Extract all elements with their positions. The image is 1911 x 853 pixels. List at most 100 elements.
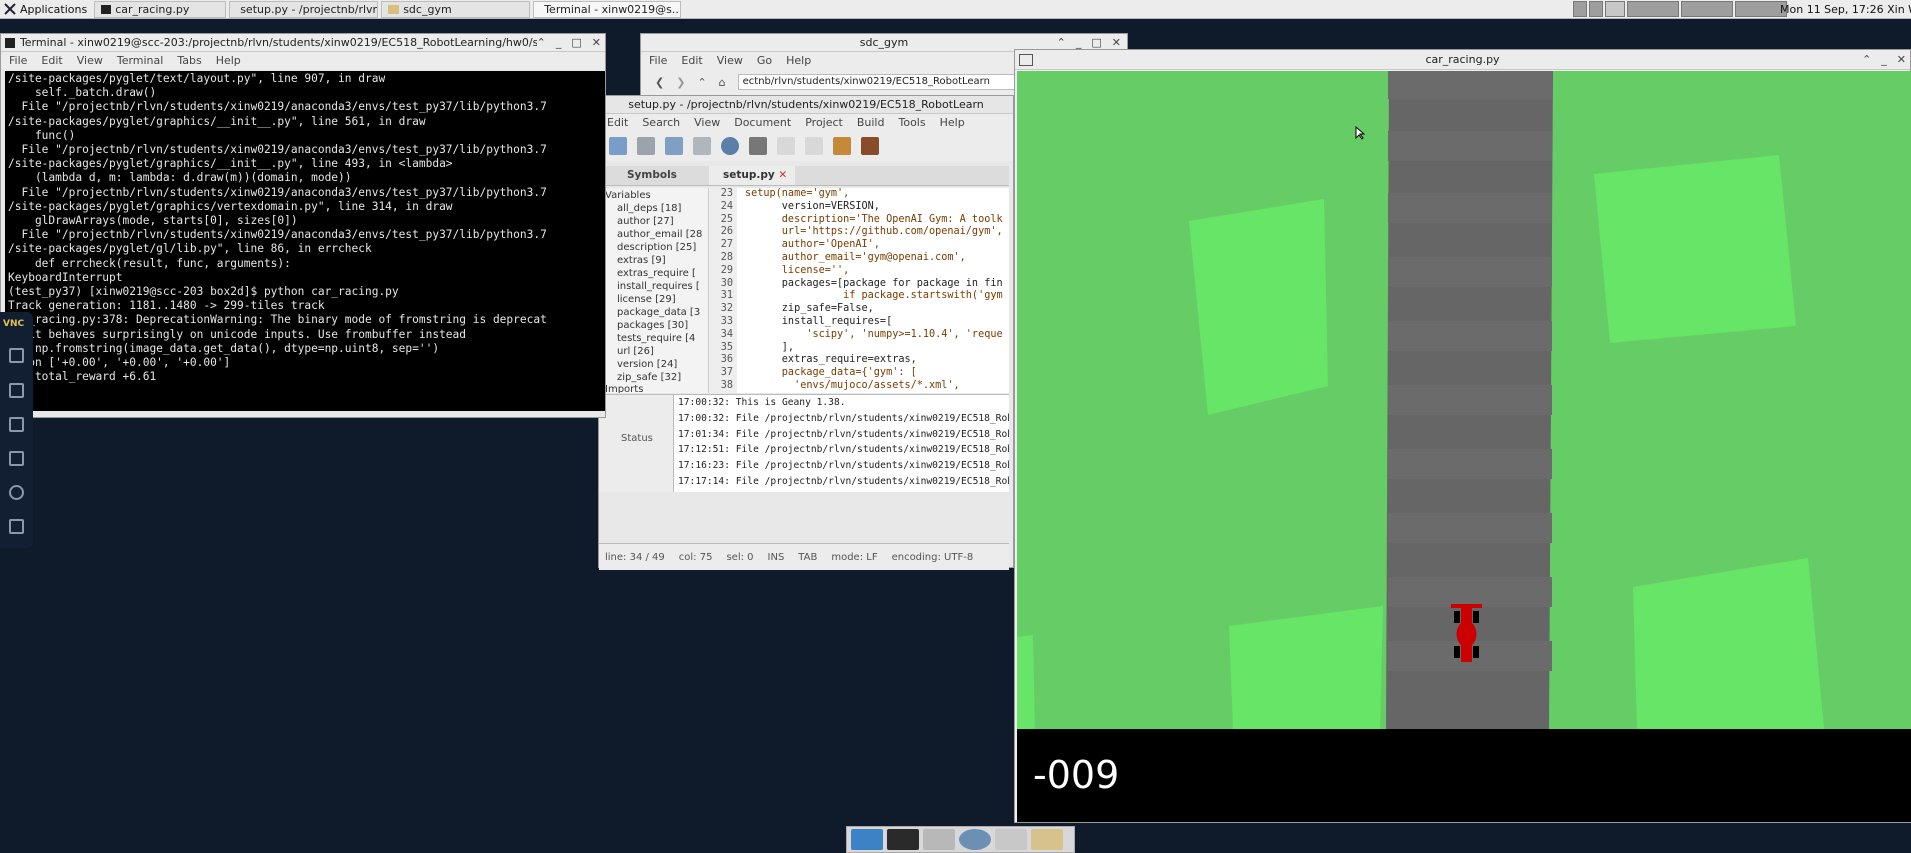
close-icon[interactable]: ✕: [592, 36, 601, 49]
disconnect-icon[interactable]: [9, 519, 24, 534]
symbol-item[interactable]: all_deps [18]: [599, 202, 708, 215]
build-icon[interactable]: [861, 137, 879, 155]
symbol-item[interactable]: url [26]: [599, 345, 708, 358]
workspace-4[interactable]: [1627, 1, 1679, 17]
clipboard-icon[interactable]: [9, 417, 24, 432]
geany-titlebar[interactable]: setup.py - /projectnb/rlvn/students/xinw…: [599, 96, 1013, 114]
maximize-icon[interactable]: _: [1076, 36, 1082, 49]
save-all-icon[interactable]: [693, 137, 711, 155]
back-arrow-icon[interactable]: ❮: [655, 76, 664, 89]
symbol-item[interactable]: packages [30]: [599, 319, 708, 332]
menu-tools[interactable]: Tools: [898, 116, 925, 129]
code-editor[interactable]: 23 setup(name='gym', 24 version=VERSION, 25…: [709, 188, 1009, 393]
menu-go[interactable]: Go: [757, 54, 772, 67]
symbol-item[interactable]: install_requires [: [599, 280, 708, 293]
workspace-switcher[interactable]: [1573, 1, 1787, 17]
taskbar-item-terminal[interactable]: Terminal - xinw0219@s...: [533, 0, 682, 18]
code-text: if package.startswith('gym: [745, 290, 1003, 302]
menu-terminal[interactable]: Terminal: [117, 54, 164, 67]
show-desktop-icon[interactable]: [851, 829, 883, 850]
navigate-forward-icon[interactable]: [805, 137, 823, 155]
game-viewport[interactable]: [1017, 71, 1911, 729]
terminal-output[interactable]: /site-packages/pyglet/text/layout.py", l…: [5, 71, 605, 411]
up-arrow-icon[interactable]: ⌃: [697, 76, 706, 89]
minimize-icon[interactable]: _: [1881, 53, 1887, 66]
app-finder-icon[interactable]: [995, 829, 1027, 850]
symbol-item[interactable]: version [24]: [599, 358, 708, 371]
symbol-item[interactable]: tests_require [4: [599, 332, 708, 345]
menu-help[interactable]: Help: [786, 54, 811, 67]
minimize-icon[interactable]: ⌃: [1057, 36, 1066, 49]
compile-icon[interactable]: [833, 137, 851, 155]
grass-tile: [1633, 558, 1824, 729]
fullscreen-icon[interactable]: [9, 451, 24, 466]
menu-view[interactable]: View: [77, 54, 103, 67]
home-icon[interactable]: ⌂: [719, 76, 726, 89]
tab-symbols[interactable]: Symbols: [599, 166, 709, 185]
symbol-item[interactable]: author [27]: [599, 215, 708, 228]
menu-edit[interactable]: Edit: [607, 116, 628, 129]
web-browser-icon[interactable]: [959, 829, 991, 850]
file-manager-launcher-icon[interactable]: [923, 829, 955, 850]
workspace-1[interactable]: [1573, 1, 1587, 17]
restore-icon[interactable]: □: [1091, 36, 1101, 49]
close-file-icon[interactable]: [749, 137, 767, 155]
taskbar-item-sdc-gym[interactable]: sdc_gym: [381, 0, 531, 18]
maximize-icon[interactable]: □: [571, 36, 581, 49]
settings-gear-icon[interactable]: [9, 485, 24, 500]
new-file-icon[interactable]: [609, 137, 627, 155]
car-racing-titlebar[interactable]: car_racing.py ⌃ _ ✕: [1015, 50, 1910, 70]
taskbar-item-geany[interactable]: setup.py - /projectnb/rlvn/...: [229, 0, 379, 18]
symbol-item[interactable]: package_data [3: [599, 306, 708, 319]
applications-menu[interactable]: Applications: [0, 0, 91, 19]
symbol-item[interactable]: description [25]: [599, 241, 708, 254]
symbol-item[interactable]: zip_safe [32]: [599, 371, 708, 384]
clock[interactable]: Mon 11 Sep, 17:26 Xin War: [1780, 3, 1911, 16]
menu-file[interactable]: File: [649, 54, 667, 67]
reload-icon[interactable]: [721, 137, 739, 155]
terminal-titlebar[interactable]: Terminal - xinw0219@scc-203:/projectnb/r…: [1, 34, 605, 52]
menu-view[interactable]: View: [694, 116, 720, 129]
line-number: 26: [709, 226, 737, 240]
symbols-root-variables[interactable]: Variables: [599, 188, 708, 202]
menu-edit[interactable]: Edit: [681, 54, 702, 67]
navigate-back-icon[interactable]: [777, 137, 795, 155]
symbol-item[interactable]: extras_require [: [599, 267, 708, 280]
minimize-icon[interactable]: _: [556, 36, 562, 49]
save-icon[interactable]: [665, 137, 683, 155]
window-menu-icon[interactable]: [1019, 53, 1033, 66]
statusbar-field: INS: [767, 551, 785, 563]
menu-file[interactable]: File: [9, 54, 27, 67]
close-tab-icon[interactable]: ✕: [778, 169, 787, 181]
menu-view[interactable]: View: [717, 54, 743, 67]
tab-setup-py[interactable]: setup.py ✕: [709, 166, 796, 185]
taskbar-item-car-racing[interactable]: car_racing.py: [94, 0, 227, 18]
menu-document[interactable]: Document: [734, 116, 791, 129]
symbols-root-imports[interactable]: Imports: [599, 384, 708, 393]
keyboard-icon[interactable]: [9, 348, 24, 363]
folder-launcher-icon[interactable]: [1031, 829, 1063, 850]
maximize-icon[interactable]: ⌃: [1862, 53, 1871, 66]
menu-tabs[interactable]: Tabs: [177, 54, 201, 67]
menu-build[interactable]: Build: [857, 116, 885, 129]
forward-arrow-icon[interactable]: ❯: [676, 76, 685, 89]
workspace-5[interactable]: [1681, 1, 1733, 17]
open-file-icon[interactable]: [637, 137, 655, 155]
symbol-item[interactable]: author_email [28: [599, 228, 708, 241]
workspace-3[interactable]: [1605, 1, 1625, 17]
workspace-2[interactable]: [1589, 1, 1603, 17]
menu-edit[interactable]: Edit: [41, 54, 62, 67]
menu-help[interactable]: Help: [940, 116, 965, 129]
menu-search[interactable]: Search: [642, 116, 680, 129]
close-icon[interactable]: ✕: [1112, 36, 1121, 49]
screenshot-icon[interactable]: [9, 383, 24, 398]
shade-icon[interactable]: ⌃: [537, 36, 546, 49]
symbol-item[interactable]: license [29]: [599, 293, 708, 306]
terminal-line: File "/projectnb/rlvn/students/xinw0219/…: [8, 228, 547, 242]
status-tab[interactable]: Status: [599, 395, 674, 492]
menu-help[interactable]: Help: [216, 54, 241, 67]
close-icon[interactable]: ✕: [1897, 53, 1906, 66]
symbol-item[interactable]: extras [9]: [599, 254, 708, 267]
menu-project[interactable]: Project: [805, 116, 843, 129]
terminal-launcher-icon[interactable]: [887, 829, 919, 850]
